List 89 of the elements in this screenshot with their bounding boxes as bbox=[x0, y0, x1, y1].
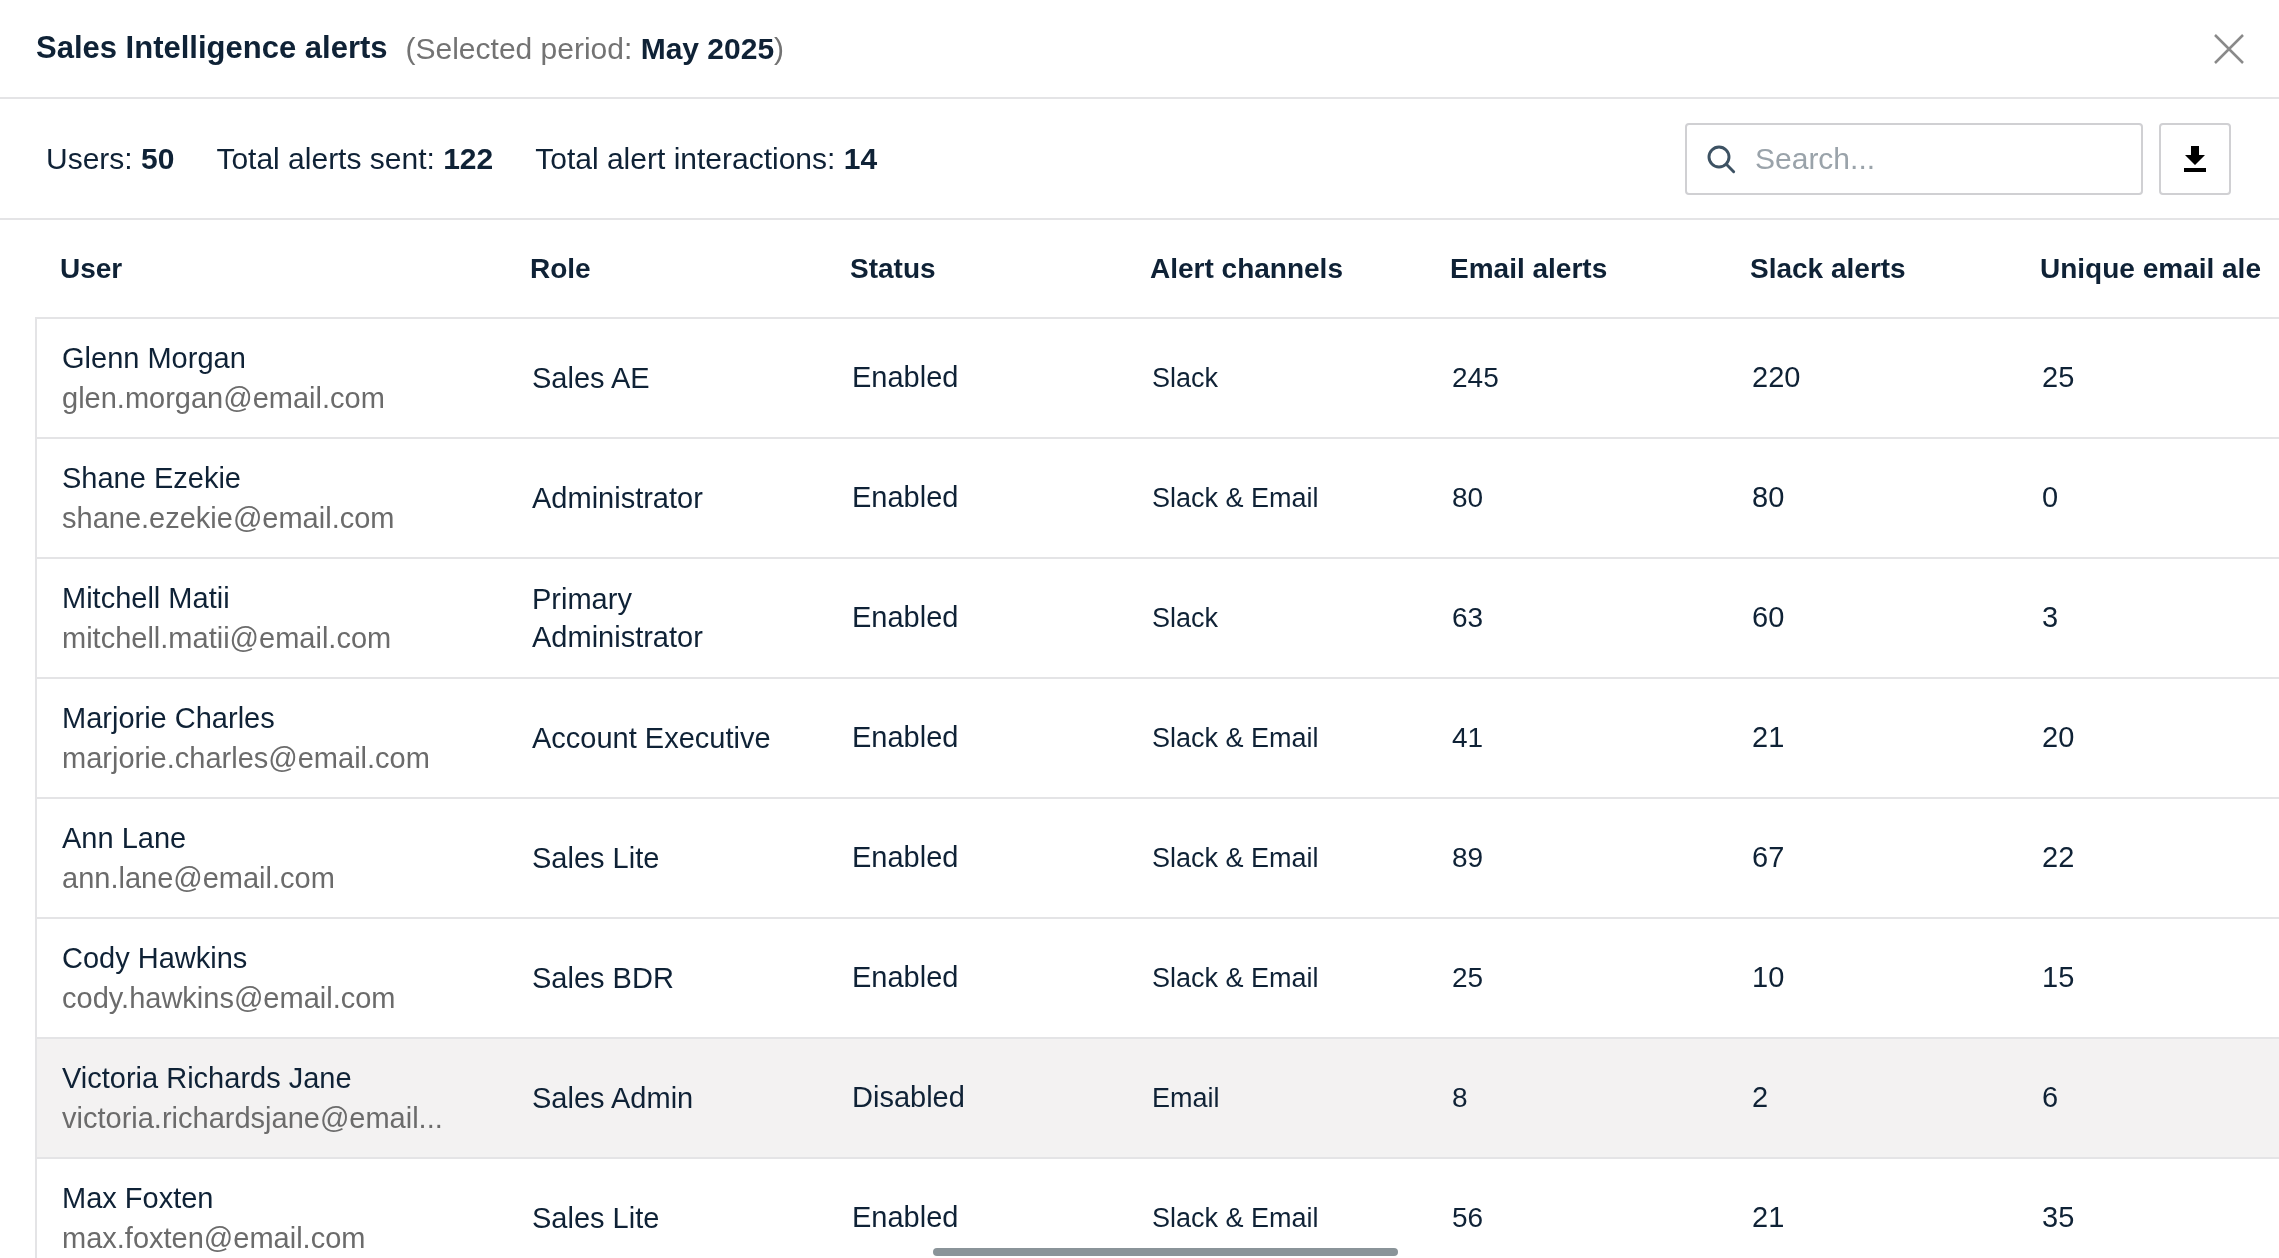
table-cell: 25 bbox=[1452, 962, 1484, 993]
table-cell: 8 bbox=[1452, 1082, 1468, 1113]
user-email: glen.morgan@email.com bbox=[62, 381, 385, 416]
user-name: Mitchell Matii bbox=[62, 581, 230, 616]
table-cell: 25 bbox=[2042, 361, 2075, 394]
user-email: mitchell.matii@email.com bbox=[62, 621, 392, 656]
column-header: User bbox=[60, 252, 123, 284]
search-field[interactable]: Search... bbox=[1685, 122, 2143, 195]
download-icon bbox=[2184, 145, 2206, 172]
table-cell-text: Sales Lite bbox=[532, 841, 661, 876]
table-cell: 22 bbox=[2042, 841, 2075, 874]
stat-summary: Total alerts sent: 122 bbox=[216, 141, 494, 177]
table-cell: 60 bbox=[1752, 601, 1785, 634]
user-name: Cody Hawkins bbox=[62, 941, 248, 976]
table-row[interactable]: Glenn Morgan glen.morgan@email.com Sales AE Enabled Slack 245 220 25 bbox=[35, 319, 2279, 439]
table-cell: Slack & Email bbox=[1152, 1202, 1319, 1233]
table-row[interactable]: Mitchell Matii mitchell.matii@email.com Primary Administrator Enabled Slack 63 60 3 bbox=[35, 559, 2279, 679]
table-cell: Enabled bbox=[852, 1201, 959, 1234]
table-cell-text: Sales BDR bbox=[532, 961, 675, 996]
column-header: Status bbox=[850, 252, 936, 284]
stat-summary: Total alert interactions: 14 bbox=[535, 141, 878, 177]
table-cell-text: Sales Admin bbox=[532, 1081, 695, 1116]
table-cell: 6 bbox=[2042, 1081, 2059, 1114]
user-email: ann.lane@email.com bbox=[62, 861, 335, 896]
table-cell: 20 bbox=[2042, 721, 2075, 754]
horizontal-scrollbar[interactable] bbox=[933, 1248, 1398, 1256]
table-row[interactable]: Cody Hawkins cody.hawkins@email.com Sales BDR Enabled Slack & Email 25 10 15 bbox=[35, 919, 2279, 1039]
user-name: Shane Ezekie bbox=[62, 461, 241, 496]
table-cell: Slack & Email bbox=[1152, 722, 1319, 753]
table-cell: 21 bbox=[1752, 721, 1785, 754]
download-button[interactable] bbox=[2159, 122, 2231, 195]
table-cell: 15 bbox=[2042, 961, 2075, 994]
table-cell-text: Administrator bbox=[532, 481, 704, 516]
user-name: Marjorie Charles bbox=[62, 701, 275, 736]
table-cell-text: Sales Lite bbox=[532, 1201, 661, 1236]
table-cell: 41 bbox=[1452, 722, 1484, 753]
user-email: cody.hawkins@email.com bbox=[62, 981, 396, 1016]
table-cell: Enabled bbox=[852, 361, 959, 394]
table-cell: 89 bbox=[1452, 842, 1484, 873]
stat-summary: Users: 50 bbox=[46, 141, 175, 177]
table-cell-text: Account Executive bbox=[532, 721, 772, 756]
user-name: Ann Lane bbox=[62, 821, 187, 856]
dialog-title: Sales Intelligence alerts bbox=[36, 29, 388, 68]
user-email: marjorie.charles@email.com bbox=[62, 741, 430, 776]
table-cell: Slack & Email bbox=[1152, 482, 1319, 513]
table-row[interactable]: Ann Lane ann.lane@email.com Sales Lite Enabled Slack & Email 89 67 22 bbox=[35, 799, 2279, 919]
table-cell-text: Sales AE bbox=[532, 361, 651, 396]
column-header: Slack alerts bbox=[1750, 252, 1906, 284]
table-cell: Enabled bbox=[852, 841, 959, 874]
table-cell: 220 bbox=[1752, 361, 1801, 394]
table-cell: Slack & Email bbox=[1152, 842, 1319, 873]
selected-period: (Selected period: May 2025) bbox=[405, 31, 785, 67]
table-row[interactable]: Shane Ezekie shane.ezekie@email.com Administrator Enabled Slack & Email 80 80 0 bbox=[35, 439, 2279, 559]
table-cell: Enabled bbox=[852, 601, 959, 634]
table-cell: 63 bbox=[1452, 602, 1484, 633]
table-cell: Enabled bbox=[852, 721, 959, 754]
user-name: Glenn Morgan bbox=[62, 341, 246, 376]
table-cell: Enabled bbox=[852, 961, 959, 994]
column-header: Unique email ale bbox=[2040, 252, 2261, 284]
table-cell: 80 bbox=[1752, 481, 1785, 514]
column-header: Email alerts bbox=[1450, 252, 1608, 284]
table-cell: Slack bbox=[1152, 362, 1219, 393]
table-row[interactable]: Marjorie Charles marjorie.charles@email.com Account Executive Enabled Slack & Email 41 21 20 bbox=[35, 679, 2279, 799]
column-header: Role bbox=[530, 252, 591, 284]
close-icon bbox=[2214, 33, 2244, 64]
table-cell: 56 bbox=[1452, 1202, 1484, 1233]
column-header: Alert channels bbox=[1150, 252, 1343, 284]
table-cell: 35 bbox=[2042, 1201, 2075, 1234]
user-email: shane.ezekie@email.com bbox=[62, 501, 395, 536]
table-cell: 10 bbox=[1752, 961, 1785, 994]
user-name: Max Foxten bbox=[62, 1181, 214, 1216]
user-email: victoria.richardsjane@email... bbox=[62, 1101, 443, 1136]
table-row[interactable]: Victoria Richards Jane victoria.richardsjane@email... Sales Admin Disabled Email 8 2 6 bbox=[35, 1039, 2279, 1159]
table-cell: 2 bbox=[1752, 1081, 1769, 1114]
table-cell-text: Primary Administrator bbox=[532, 582, 704, 655]
table-cell: 67 bbox=[1752, 841, 1785, 874]
table-cell: 80 bbox=[1452, 482, 1484, 513]
table-cell: 21 bbox=[1752, 1201, 1785, 1234]
table-cell: 0 bbox=[2042, 481, 2059, 514]
table-cell: Enabled bbox=[852, 481, 959, 514]
table-cell: Slack bbox=[1152, 602, 1219, 633]
user-email: max.foxten@email.com bbox=[62, 1221, 366, 1256]
search-input[interactable]: Search... bbox=[1755, 136, 2123, 181]
table-cell: Slack & Email bbox=[1152, 962, 1319, 993]
table-cell: 245 bbox=[1452, 362, 1499, 393]
table-cell: 3 bbox=[2042, 601, 2059, 634]
user-name: Victoria Richards Jane bbox=[62, 1061, 352, 1096]
table-cell: Email bbox=[1152, 1082, 1220, 1113]
table-cell: Disabled bbox=[852, 1081, 965, 1114]
